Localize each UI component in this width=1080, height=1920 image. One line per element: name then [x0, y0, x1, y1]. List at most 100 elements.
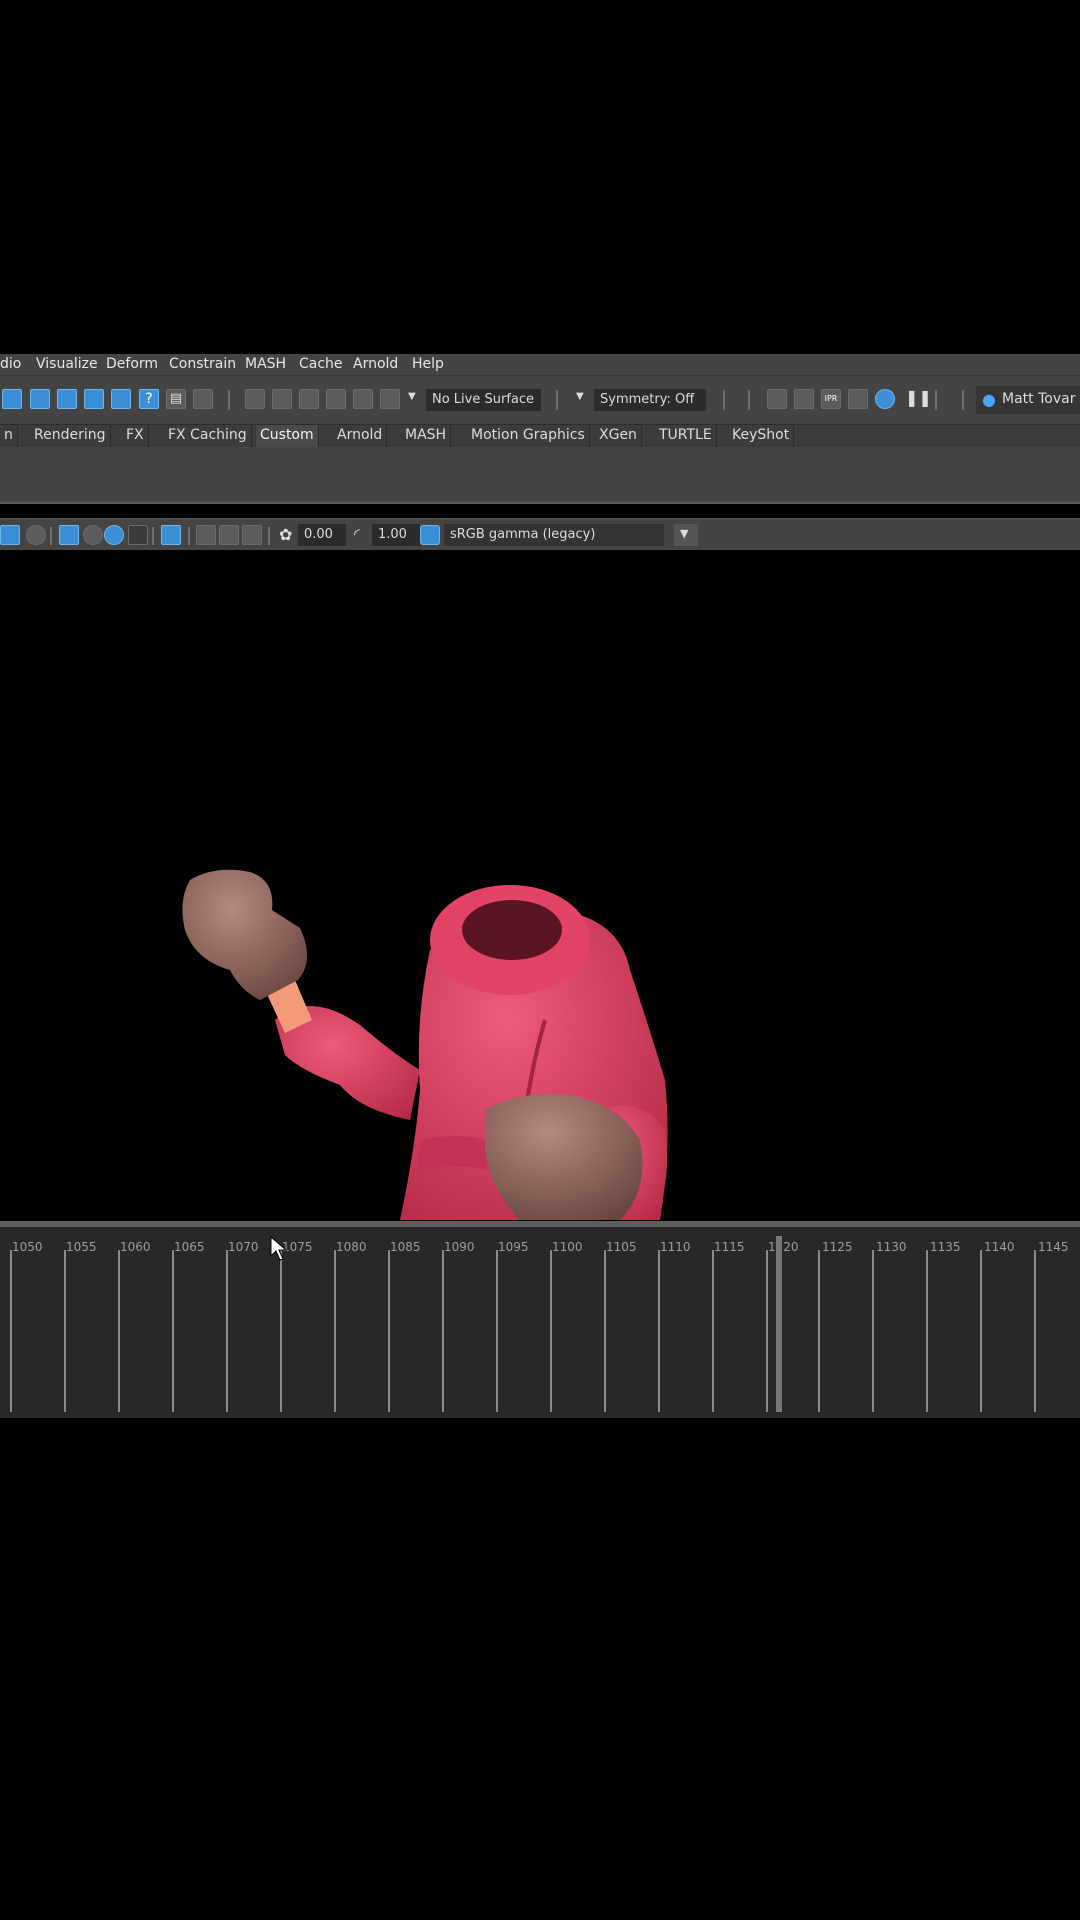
color-management-icon[interactable]: [420, 525, 440, 545]
snap-grid-icon[interactable]: [57, 389, 77, 409]
keyframe-line: [604, 1250, 606, 1412]
hypershade-icon[interactable]: [875, 389, 895, 409]
menu-arnold[interactable]: Arnold: [353, 356, 398, 372]
separator: [556, 390, 558, 410]
snap-curve-icon[interactable]: [2, 389, 22, 409]
snap-live-icon[interactable]: [111, 389, 131, 409]
xray-joints-icon[interactable]: [219, 525, 239, 545]
menu-visualize[interactable]: Visualize: [36, 356, 98, 372]
menu-cache[interactable]: Cache: [299, 356, 343, 372]
xray-active-icon[interactable]: [242, 525, 262, 545]
shelf-tabs: n Rendering FX FX Caching Custom Arnold …: [0, 424, 1080, 447]
timeline-tick: 1125: [822, 1240, 853, 1254]
keyframe-line: [388, 1250, 390, 1412]
render-icon[interactable]: [794, 389, 814, 409]
lasso-icon[interactable]: [245, 389, 265, 409]
lights-icon[interactable]: [0, 525, 20, 545]
separator: [152, 527, 154, 545]
timeline-tick: 1115: [714, 1240, 745, 1254]
keyframe-line: [872, 1250, 874, 1412]
tab-arnold[interactable]: Arnold: [333, 425, 388, 447]
undo-select-icon[interactable]: [380, 389, 400, 409]
user-menu[interactable]: ● Matt Tovar: [976, 386, 1080, 414]
shadows-icon[interactable]: [26, 525, 46, 545]
render-view-icon[interactable]: [767, 389, 787, 409]
tweak-icon[interactable]: [299, 389, 319, 409]
ipr-icon[interactable]: IPR: [821, 389, 841, 409]
tab-motion-graphics[interactable]: Motion Graphics: [467, 425, 590, 447]
symmetry-field[interactable]: Symmetry: Off: [594, 389, 706, 411]
timeline-tick: 1100: [552, 1240, 583, 1254]
timeline-tick: 1120: [768, 1240, 799, 1254]
menu-deform[interactable]: Deform: [106, 356, 158, 372]
chevron-down-icon: ▼: [680, 527, 689, 540]
chevron-down-icon[interactable]: ▼: [408, 391, 416, 402]
aa-icon[interactable]: [104, 525, 124, 545]
pause-icon[interactable]: ❚❚: [905, 388, 932, 407]
timeline-tick: 1050: [12, 1240, 43, 1254]
dof-icon[interactable]: [128, 525, 148, 545]
timeline-tick: 1060: [120, 1240, 151, 1254]
panel-toolbar: ✿ 0.00 ◜ 1.00 sRGB gamma (legacy) ▼: [0, 518, 1080, 551]
timeline-tick: 1090: [444, 1240, 475, 1254]
soft-select-icon[interactable]: [326, 389, 346, 409]
menu-help[interactable]: Help: [412, 356, 444, 372]
tab-custom[interactable]: Custom: [256, 425, 319, 447]
separator: [723, 390, 725, 410]
tab-rendering[interactable]: Rendering: [30, 425, 111, 447]
paint-select-icon[interactable]: [272, 389, 292, 409]
tab-xgen[interactable]: XGen: [595, 425, 642, 447]
chevron-down-icon[interactable]: ▼: [576, 391, 584, 402]
keyframe-line: [712, 1250, 714, 1412]
tab-fx-caching[interactable]: FX Caching: [164, 425, 252, 447]
color-space-dropdown-button[interactable]: ▼: [674, 524, 698, 546]
menu-mash[interactable]: MASH: [245, 356, 286, 372]
status-line: ? ▤ ▼ No Live Surface ▼ Symmetry: Off IP…: [0, 376, 1080, 424]
keyframe-line: [926, 1250, 928, 1412]
xray-icon[interactable]: [196, 525, 216, 545]
tab-fx[interactable]: FX: [122, 425, 149, 447]
keyframe-line: [280, 1250, 282, 1412]
magnet-icon[interactable]: [353, 389, 373, 409]
keyframe-line: [818, 1250, 820, 1412]
timeline-tick: 1105: [606, 1240, 637, 1254]
keyframe-line: [766, 1250, 768, 1412]
separator: [962, 390, 964, 410]
snap-point-icon[interactable]: [30, 389, 50, 409]
ao-icon[interactable]: [59, 525, 79, 545]
tab-keyshot[interactable]: KeyShot: [728, 425, 795, 447]
time-slider[interactable]: [0, 1221, 1080, 1418]
menu-bar: dio Visualize Deform Constrain MASH Cach…: [0, 354, 1080, 376]
menu-studio[interactable]: dio: [0, 356, 21, 372]
keyframe-line: [980, 1250, 982, 1412]
help-icon[interactable]: ?: [139, 389, 159, 409]
motion-blur-icon[interactable]: [83, 525, 103, 545]
exposure-icon[interactable]: ✿: [279, 525, 292, 544]
lock-icon[interactable]: ▤: [166, 389, 186, 409]
render-settings-icon[interactable]: [848, 389, 868, 409]
select-icon[interactable]: [193, 389, 213, 409]
isolate-icon[interactable]: [161, 525, 181, 545]
exposure-field[interactable]: 0.00: [298, 524, 346, 546]
color-space-select[interactable]: sRGB gamma (legacy): [444, 524, 664, 546]
shelf-area: [0, 447, 1080, 504]
timeline-tick: 1055: [66, 1240, 97, 1254]
gamma-icon[interactable]: ◜: [354, 525, 360, 543]
live-surface-field[interactable]: No Live Surface: [426, 389, 541, 411]
timeline-tick: 1085: [390, 1240, 421, 1254]
tab-mash[interactable]: MASH: [401, 425, 452, 447]
menu-constrain[interactable]: Constrain: [169, 356, 236, 372]
keyframe-line: [334, 1250, 336, 1412]
timeline-tick: 1130: [876, 1240, 907, 1254]
separator: [50, 527, 52, 545]
timeline-tick: 1070: [228, 1240, 259, 1254]
current-frame-marker[interactable]: [776, 1236, 782, 1412]
gamma-field[interactable]: 1.00: [372, 524, 420, 546]
snap-view-icon[interactable]: [84, 389, 104, 409]
tab-turtle[interactable]: TURTLE: [655, 425, 717, 447]
mouse-cursor-icon: [270, 1236, 288, 1261]
character-model: [182, 869, 668, 1220]
viewport[interactable]: [0, 550, 1080, 1220]
tab-n[interactable]: n: [0, 425, 18, 447]
keyframe-line: [550, 1250, 552, 1412]
